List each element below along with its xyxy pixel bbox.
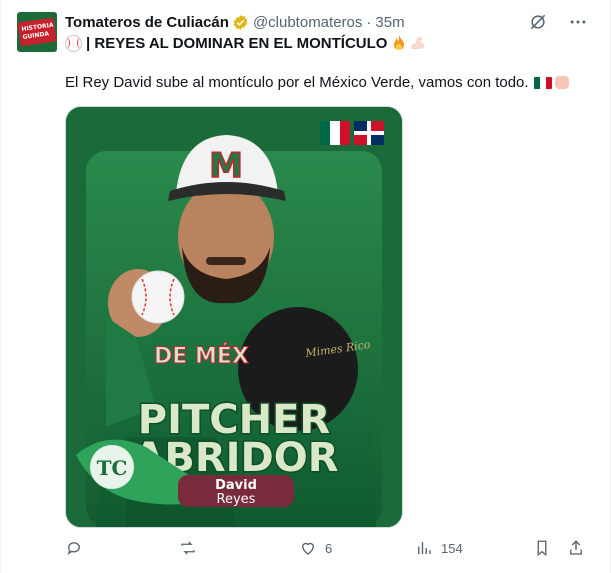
post-body: El Rey David sube al montículo por el Mé…	[65, 74, 569, 91]
player-last-name: Reyes	[217, 492, 256, 507]
tweet-card[interactable]: HISTORIA GUINDA Tomateros de Culiacán @c…	[0, 0, 611, 573]
timestamp[interactable]: 35m	[375, 14, 404, 31]
views-count: 154	[441, 540, 463, 556]
media-graphic: M Mimes Rico DE MÉX PITCHER ABRIDOR TC D…	[66, 107, 402, 527]
bookmark-icon	[537, 540, 547, 557]
headline-text: | REYES AL DOMINAR EN EL MONTÍCULO	[86, 34, 388, 52]
baseball-icon	[65, 34, 82, 52]
heart-icon	[302, 542, 314, 555]
share-button[interactable]	[567, 532, 585, 564]
action-bar: 6 154	[65, 532, 593, 564]
repost-button[interactable]	[179, 532, 205, 564]
views-button[interactable]: 154	[415, 532, 463, 564]
tweet-header: Tomateros de Culiacán @clubtomateros · 3…	[65, 12, 405, 32]
post-image[interactable]: M Mimes Rico DE MÉX PITCHER ABRIDOR TC D…	[65, 106, 403, 528]
share-icon	[570, 540, 582, 555]
body-text: El Rey David sube al montículo por el Mé…	[65, 74, 529, 91]
reply-icon	[67, 542, 80, 555]
handle[interactable]: @clubtomateros	[253, 14, 362, 31]
views-chart-icon	[418, 542, 431, 554]
cap-letter: M	[209, 146, 243, 186]
fire-icon	[394, 35, 405, 50]
avatar-logo: HISTORIA GUINDA	[17, 17, 57, 47]
bookmark-button[interactable]	[533, 532, 551, 564]
separator-dot: ·	[366, 13, 372, 31]
like-button[interactable]: 6	[299, 532, 332, 564]
display-name[interactable]: Tomateros de Culiacán	[65, 14, 229, 31]
more-options-icon[interactable]	[568, 12, 588, 32]
jersey-text: DE MÉX	[154, 343, 249, 369]
mexico-flag-icon	[533, 76, 552, 89]
player-first-name: David	[215, 478, 257, 493]
top-actions	[528, 12, 588, 32]
like-count: 6	[325, 540, 333, 556]
team-logo: TC	[97, 456, 128, 480]
verified-badge-icon[interactable]	[232, 14, 249, 31]
avatar[interactable]: HISTORIA GUINDA	[17, 12, 57, 52]
reply-button[interactable]	[65, 532, 91, 564]
flexed-biceps-icon	[411, 37, 425, 49]
repost-icon	[181, 541, 195, 555]
post-headline: | REYES AL DOMINAR EN EL MONTÍCULO	[65, 34, 426, 52]
grok-icon[interactable]	[528, 12, 548, 32]
oncoming-fist-icon	[554, 76, 569, 89]
